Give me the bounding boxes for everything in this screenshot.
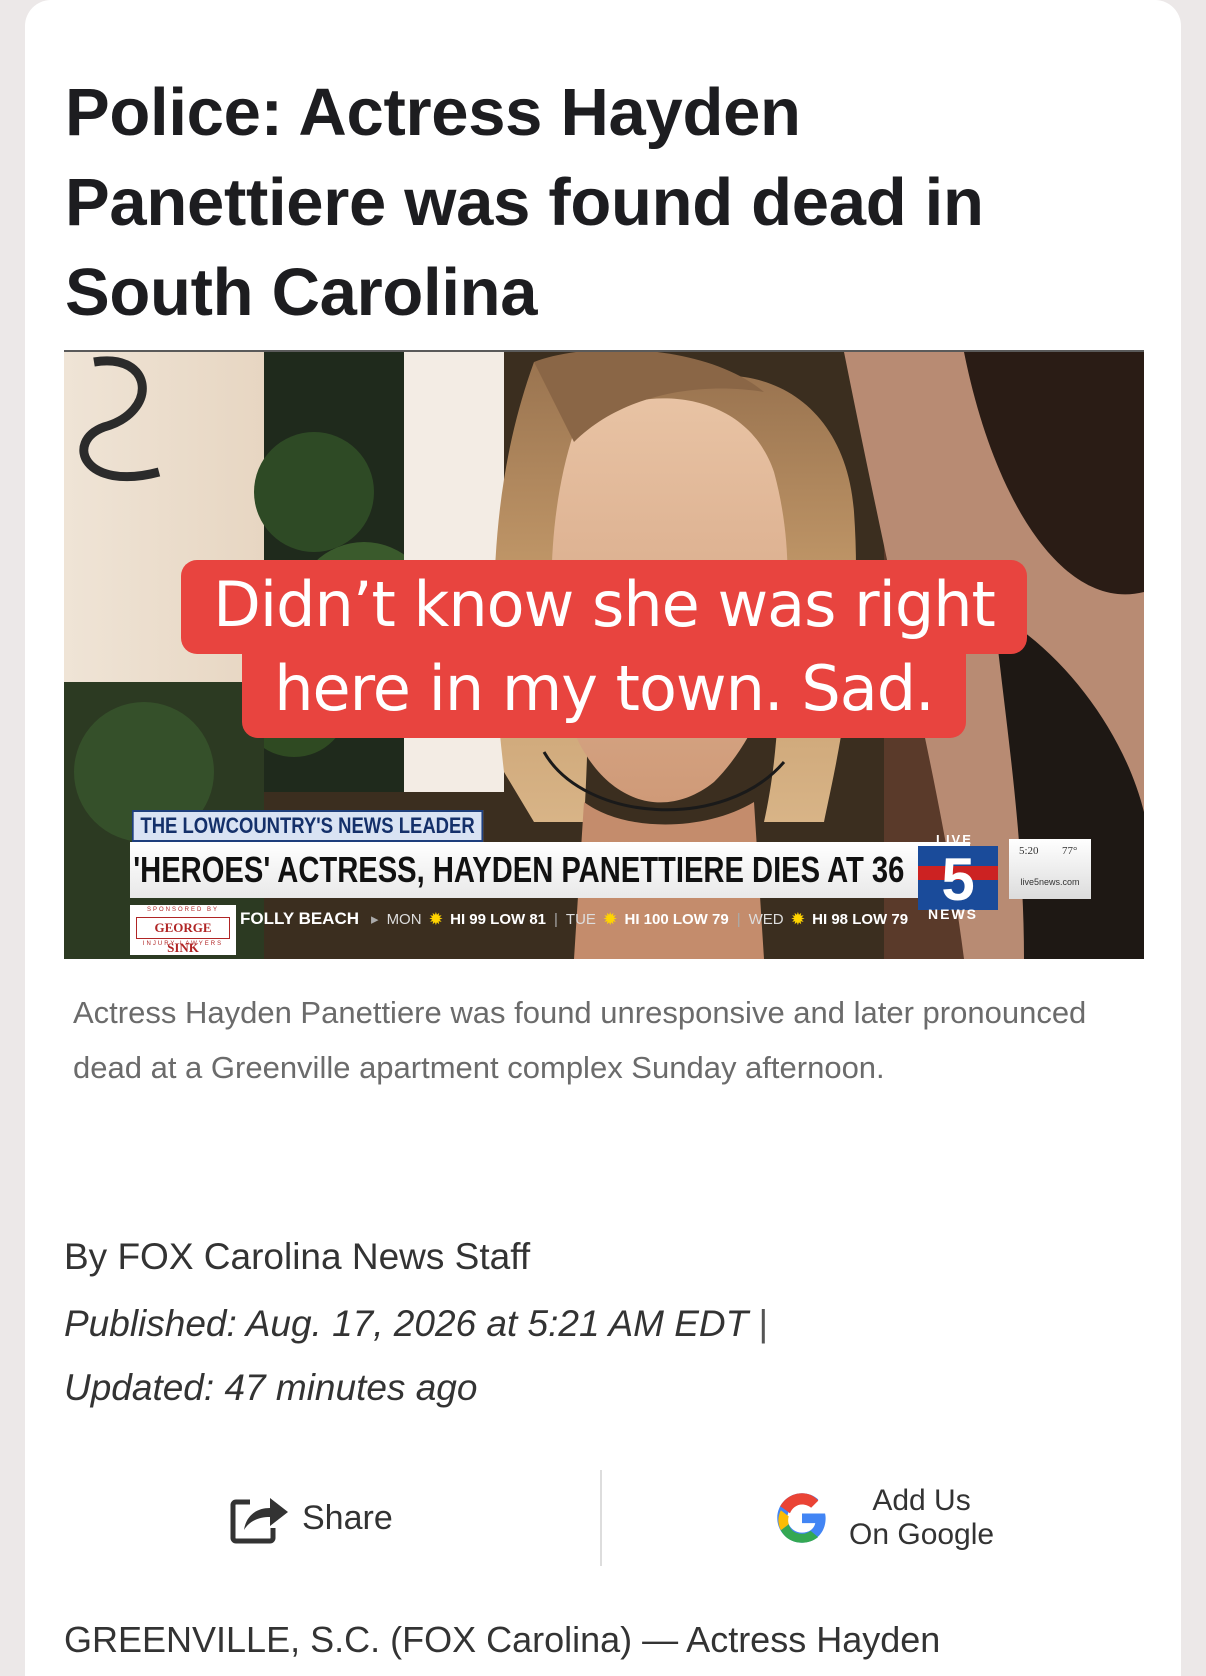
share-icon: [230, 1498, 288, 1544]
share-button[interactable]: Share: [230, 1488, 393, 1548]
google-label-line2: On Google: [849, 1518, 995, 1551]
sponsor-top: SPONSORED BY: [146, 907, 219, 913]
action-divider: [600, 1470, 602, 1566]
share-label: Share: [302, 1498, 393, 1537]
published-separator: |: [758, 1303, 769, 1344]
forecast-range: HI 98 LOW 79: [812, 910, 909, 928]
forecast-day: MON: [386, 910, 422, 928]
article-card: Police: Actress Hayden Panettiere was fo…: [25, 0, 1181, 1676]
clock-time: 5:20: [1019, 845, 1039, 857]
station-site: live5news.com: [1020, 877, 1080, 887]
channel-number: 5: [941, 846, 974, 910]
forecast-divider: |: [554, 910, 558, 928]
time-temp-box: 5:20 77° live5news.com: [1009, 839, 1091, 899]
published-line: Published: Aug. 17, 2026 at 5:21 AM EDT …: [64, 1305, 768, 1342]
forecast-divider: |: [736, 910, 741, 928]
article-byline[interactable]: By FOX Carolina News Staff: [64, 1238, 530, 1275]
forecast-range: HI 100 LOW 79: [624, 910, 729, 928]
channel-logo: LIVE 5 NEWS: [914, 832, 1009, 924]
sponsor-badge: SPONSORED BY GEORGE SINK INJURY LAWYERS: [130, 905, 236, 955]
broadcast-headline: 'HEROES' ACTRESS, HAYDEN PANETTIERE DIES…: [133, 849, 905, 890]
article-headline: Police: Actress Hayden Panettiere was fo…: [65, 75, 984, 330]
google-icon: [777, 1493, 826, 1543]
current-temp: 77°: [1062, 845, 1078, 857]
forecast-day: TUE: [565, 910, 596, 928]
overlay-caption-line2: here in my town. Sad.: [64, 644, 1144, 738]
sun-icon: ✹: [429, 911, 443, 928]
article-video-frame[interactable]: Didn’t know she was right here in my tow…: [64, 350, 1144, 959]
weather-location: FOLLY BEACH: [240, 909, 360, 928]
live-label: LIVE: [936, 832, 973, 847]
google-label-line1: Add Us: [872, 1484, 971, 1517]
sun-icon: ✹: [603, 911, 617, 928]
forecast-range: HI 99 LOW 81: [450, 910, 546, 928]
sponsor-bottom: INJURY LAWYERS: [142, 941, 224, 947]
chevron-right-icon: ▸: [371, 911, 379, 928]
channel-5-icon: 5: [918, 846, 998, 910]
broadcast-tag: THE LOWCOUNTRY'S NEWS LEADER: [132, 810, 484, 842]
image-caption: Actress Hayden Panettiere was found unre…: [73, 995, 1087, 1085]
overlay-caption-line1: Didn’t know she was right: [64, 560, 1144, 654]
published-date: Published: Aug. 17, 2026 at 5:21 AM EDT: [64, 1303, 749, 1344]
news-label: NEWS: [928, 906, 978, 922]
forecast-day: WED: [748, 910, 784, 928]
sun-icon: ✹: [791, 911, 805, 928]
article-body-start: GREENVILLE, S.C. (FOX Carolina) — Actres…: [64, 1619, 941, 1660]
updated-time: Updated: 47 minutes ago: [64, 1367, 478, 1408]
sponsor-name: GEORGE SINK: [136, 917, 230, 955]
add-us-on-google-button[interactable]: Add Us On Google: [775, 1480, 994, 1556]
google-label: Add Us On Google: [849, 1484, 994, 1552]
weather-ticker: FOLLY BEACH ▸ MON ✹ HI 99 LOW 81 | TUE ✹…: [240, 905, 908, 933]
